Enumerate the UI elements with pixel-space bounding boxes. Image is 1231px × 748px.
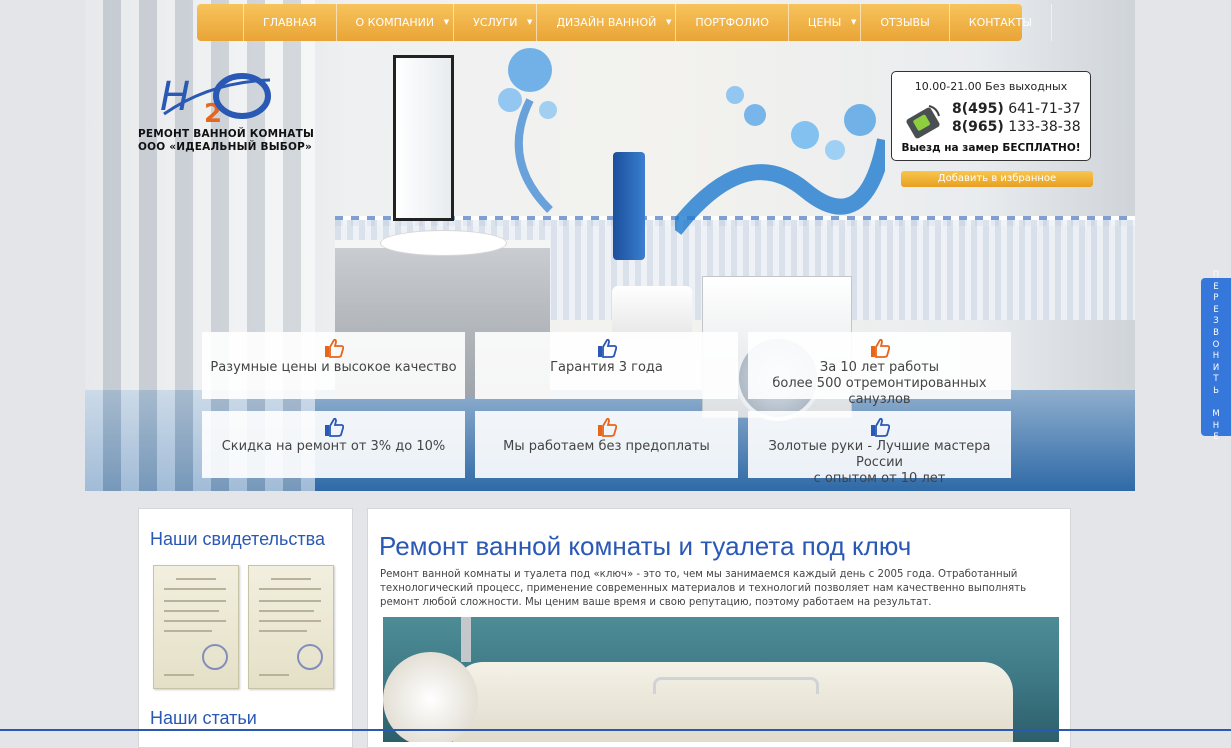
feature-card: Гарантия 3 года bbox=[475, 332, 738, 399]
thumbs-up-icon bbox=[324, 338, 344, 358]
nav-item[interactable]: Контакты bbox=[948, 4, 1052, 41]
certificate-thumbnail[interactable] bbox=[248, 565, 334, 689]
nav-item[interactable]: О компании ▼ bbox=[335, 4, 454, 41]
feature-card: Мы работаем без предоплаты bbox=[475, 411, 738, 478]
feature-text: Гарантия 3 года bbox=[550, 360, 663, 375]
sidebar: Наши свидетельства Наши статьи bbox=[138, 508, 353, 748]
feature-card: Скидка на ремонт от 3% до 10% bbox=[202, 411, 465, 478]
phone-2-number: 133-38-38 bbox=[1008, 119, 1081, 135]
feature-card: Разумные цены и высокое качество bbox=[202, 332, 465, 399]
feature-text: За 10 лет работы bbox=[819, 360, 940, 375]
thumbs-up-icon bbox=[324, 417, 344, 437]
feature-text: Скидка на ремонт от 3% до 10% bbox=[221, 439, 446, 454]
add-to-favorites-button[interactable]: Добавить в избранное bbox=[901, 171, 1093, 187]
feature-card: За 10 лет работы более 500 отремонтирован… bbox=[748, 332, 1011, 407]
nav-item[interactable]: Цены ▼ bbox=[787, 4, 860, 41]
nav-item[interactable]: Отзывы bbox=[860, 4, 948, 41]
callback-letter: М bbox=[1212, 409, 1220, 420]
callback-letter: П bbox=[1212, 270, 1220, 281]
main-nav: Главная О компании ▼ Услуги ▼ Дизайн ванной ▼ П… bbox=[197, 4, 1052, 41]
logo-line-1: РЕМОНТ ВАННОЙ КОМНАТЫ bbox=[138, 128, 315, 140]
wave-decoration bbox=[675, 86, 885, 235]
nav-item-label: Цены bbox=[807, 16, 842, 29]
articles-title[interactable]: Наши статьи bbox=[150, 708, 257, 729]
logo-mark: H 2 bbox=[160, 73, 271, 129]
working-hours: 10.00-21.00 Без выходных bbox=[914, 80, 1068, 93]
phone-1[interactable]: 8(495) 641-71-37 bbox=[952, 101, 1081, 117]
sink-image bbox=[380, 230, 507, 256]
caret-down-icon: ▼ bbox=[443, 18, 450, 26]
callback-letter: О bbox=[1212, 339, 1220, 350]
feature-text-line-2: с опытом от 10 лет bbox=[813, 471, 946, 486]
nav-item-label: Дизайн ванной bbox=[556, 16, 657, 29]
phone-icon bbox=[906, 105, 940, 139]
nav-item-label: Портфолио bbox=[695, 16, 769, 29]
callback-letter: Р bbox=[1213, 293, 1219, 304]
bathroom-photo bbox=[383, 617, 1059, 742]
callback-letter: Е bbox=[1213, 432, 1219, 443]
callback-letter: Н bbox=[1212, 351, 1220, 362]
caret-down-icon: ▼ bbox=[665, 18, 672, 26]
towel-image bbox=[613, 152, 645, 260]
phone-1-number: 641-71-37 bbox=[1008, 101, 1081, 117]
nav-item[interactable]: Главная bbox=[243, 4, 336, 41]
page-title: Ремонт ванной комнаты и туалета под ключ bbox=[379, 531, 912, 561]
nav-item[interactable]: Дизайн ванной ▼ bbox=[536, 4, 675, 41]
feature-text-line-2: более 500 отремонтированных санузлов bbox=[772, 376, 987, 407]
nav-item[interactable]: Портфолио bbox=[675, 4, 788, 41]
callback-letter: Ь bbox=[1213, 385, 1219, 396]
nav-item-label: Отзывы bbox=[880, 16, 930, 29]
callback-tab[interactable]: ПЕРЕЗВОНИТЬ МНЕ bbox=[1201, 270, 1231, 442]
callback-letter: Н bbox=[1212, 420, 1220, 431]
logo[interactable]: H 2 РЕМОНТ ВАННОЙ КОМНАТЫ ООО «ИДЕАЛЬНЫЙ… bbox=[138, 72, 318, 157]
feature-text: Разумные цены и высокое качество bbox=[210, 360, 457, 375]
feature-card: Золотые руки - Лучшие мастера России с оп… bbox=[748, 411, 1011, 486]
callback-letter: Е bbox=[1213, 304, 1219, 315]
certificates-title[interactable]: Наши свидетельства bbox=[150, 529, 325, 550]
nav-item-label: Главная bbox=[263, 16, 317, 29]
certificate-thumbnail[interactable] bbox=[153, 565, 239, 689]
contact-box: 10.00-21.00 Без выходных 8(495) 641-71-3… bbox=[891, 71, 1091, 161]
thumbs-up-icon bbox=[597, 417, 617, 437]
thumbs-up-icon bbox=[870, 417, 890, 437]
nav-item-label: Контакты bbox=[968, 16, 1032, 29]
nav-item[interactable]: Услуги ▼ bbox=[453, 4, 536, 41]
logo-line-2: ООО «ИДЕАЛЬНЫЙ ВЫБОР» bbox=[138, 141, 312, 153]
nav-item-label: О компании bbox=[355, 16, 435, 29]
main-content: Ремонт ванной комнаты и туалета под ключ… bbox=[367, 508, 1071, 748]
bubbles-decoration bbox=[498, 48, 557, 213]
nav-item-label: Услуги bbox=[473, 16, 518, 29]
phone-2[interactable]: 8(965) 133-38-38 bbox=[952, 119, 1081, 135]
callback-letter: З bbox=[1213, 316, 1219, 327]
feature-text: Мы работаем без предоплаты bbox=[503, 439, 710, 454]
free-visit-note: Выезд на замер БЕСПЛАТНО! bbox=[901, 142, 1081, 154]
phone-1-code: 8(495) bbox=[952, 101, 1004, 117]
intro-text: Ремонт ванной комнаты и туалета под «клю… bbox=[380, 569, 1027, 608]
mirror-image bbox=[393, 55, 454, 221]
thumbs-up-icon bbox=[597, 338, 617, 358]
feature-text: Золотые руки - Лучшие мастера России bbox=[768, 439, 991, 470]
callback-letter: Е bbox=[1213, 281, 1219, 292]
callback-letter bbox=[1215, 398, 1218, 410]
caret-down-icon: ▼ bbox=[851, 18, 857, 26]
callback-letter: Т bbox=[1213, 374, 1219, 385]
thumbs-up-icon bbox=[870, 338, 890, 358]
callback-letter: В bbox=[1213, 328, 1219, 339]
caret-down-icon: ▼ bbox=[527, 18, 533, 26]
callback-letter: И bbox=[1212, 362, 1220, 373]
phone-2-code: 8(965) bbox=[952, 119, 1004, 135]
